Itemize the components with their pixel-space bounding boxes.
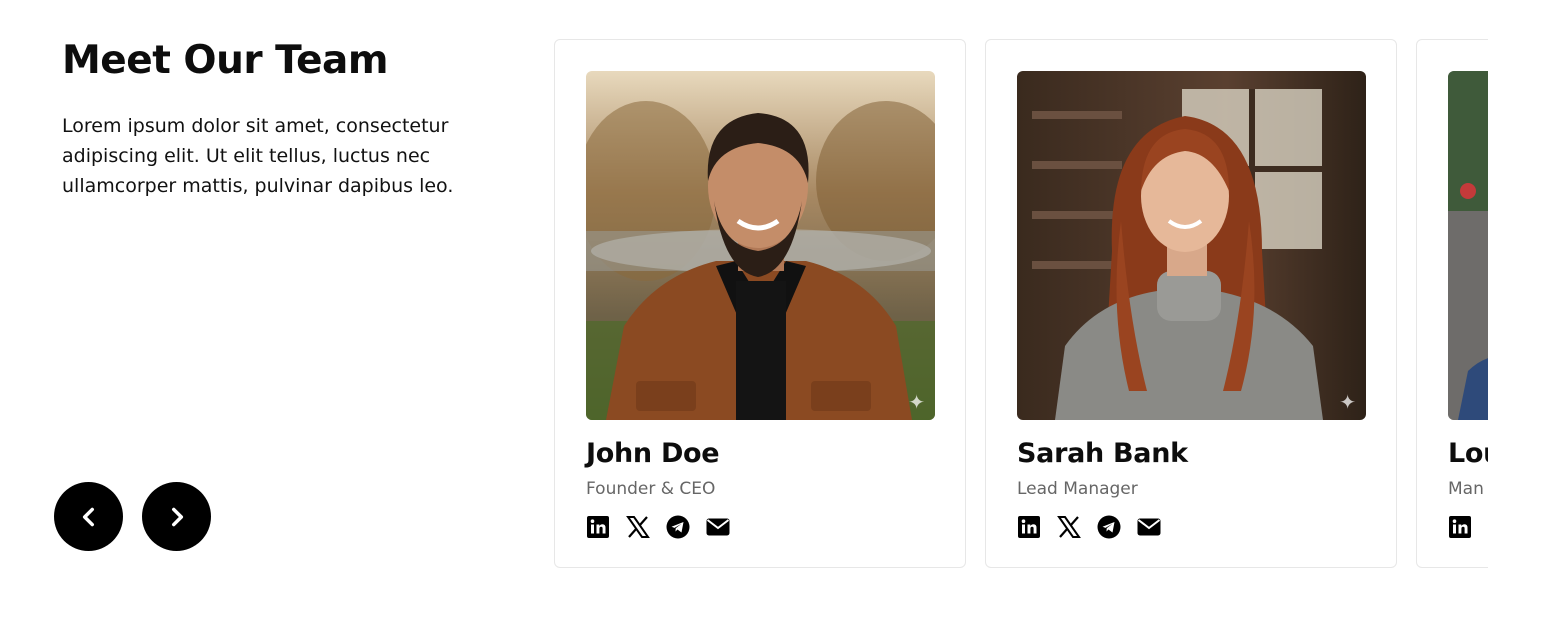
mail-icon[interactable] — [1137, 515, 1161, 539]
chevron-left-icon — [82, 507, 94, 526]
prev-button[interactable] — [54, 482, 123, 551]
photo-image — [1017, 71, 1366, 420]
chevron-right-icon — [171, 507, 183, 526]
member-role: Man — [1448, 479, 1484, 499]
photo-image — [1448, 71, 1488, 420]
carousel-track: ✦ John Doe Founder & CEO ✦ Sarah Bank Le… — [554, 39, 1488, 568]
team-section: Meet Our Team Lorem ipsum dolor sit amet… — [0, 0, 1551, 637]
x-icon[interactable] — [626, 515, 650, 539]
team-card: ✦ Sarah Bank Lead Manager — [985, 39, 1397, 568]
linkedin-icon[interactable] — [1017, 515, 1041, 539]
telegram-icon[interactable] — [666, 515, 690, 539]
telegram-icon[interactable] — [1097, 515, 1121, 539]
next-button[interactable] — [142, 482, 211, 551]
section-title: Meet Our Team — [62, 38, 389, 83]
linkedin-icon[interactable] — [586, 515, 610, 539]
x-icon[interactable] — [1057, 515, 1081, 539]
member-name: Lou — [1448, 438, 1488, 469]
team-photo — [1448, 71, 1488, 420]
member-name: John Doe — [586, 438, 720, 469]
team-carousel[interactable]: ✦ John Doe Founder & CEO ✦ Sarah Bank Le… — [554, 39, 1488, 571]
team-card: Lou Man — [1416, 39, 1488, 568]
social-links — [1448, 515, 1488, 539]
team-photo: ✦ — [586, 71, 935, 420]
member-role: Founder & CEO — [586, 479, 716, 499]
social-links — [586, 515, 934, 539]
linkedin-icon[interactable] — [1448, 515, 1472, 539]
team-photo: ✦ — [1017, 71, 1366, 420]
photo-image — [586, 71, 935, 420]
sparkle-icon: ✦ — [1339, 390, 1356, 414]
team-intro: Meet Our Team Lorem ipsum dolor sit amet… — [62, 38, 502, 201]
sparkle-icon: ✦ — [908, 390, 925, 414]
section-description: Lorem ipsum dolor sit amet, consectetur … — [62, 114, 454, 197]
mail-icon[interactable] — [706, 515, 730, 539]
team-card: ✦ John Doe Founder & CEO — [554, 39, 966, 568]
social-links — [1017, 515, 1365, 539]
member-name: Sarah Bank — [1017, 438, 1188, 469]
member-role: Lead Manager — [1017, 479, 1138, 499]
